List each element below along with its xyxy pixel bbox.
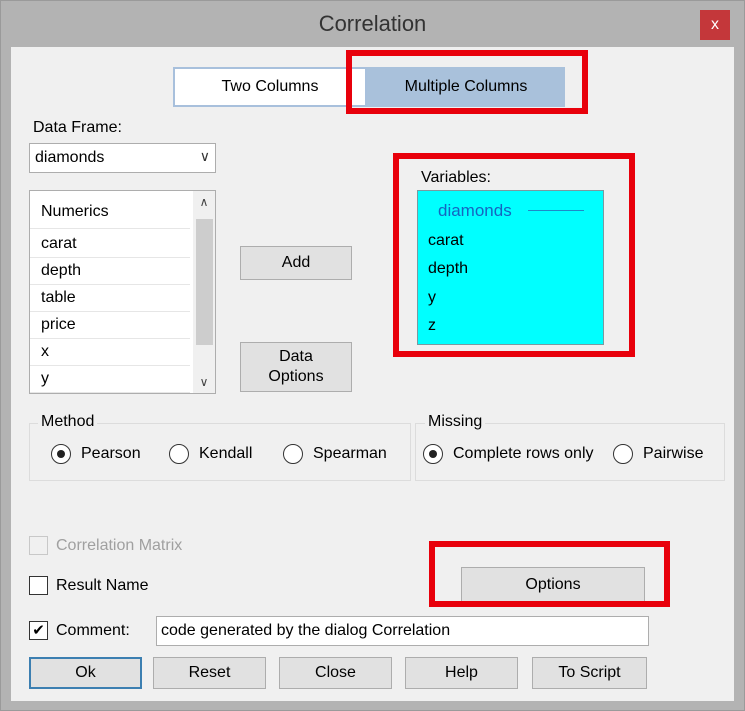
list-item[interactable]: carat — [30, 231, 190, 258]
dialog-window: Correlation x Two Columns Multiple Colum… — [0, 0, 745, 711]
radio-complete-rows[interactable] — [423, 444, 443, 464]
highlight-box-variables — [393, 153, 635, 357]
correlation-matrix-checkbox[interactable] — [29, 536, 48, 555]
close-window-button[interactable]: x — [700, 10, 730, 40]
list-item[interactable]: price — [30, 312, 190, 339]
title-bar[interactable]: Correlation x — [1, 1, 744, 47]
window-title: Correlation — [318, 11, 427, 36]
data-frame-value: diamonds — [35, 149, 105, 166]
scroll-up-icon[interactable]: ∧ — [193, 191, 215, 213]
help-button[interactable]: Help — [405, 657, 518, 689]
close-button[interactable]: Close — [279, 657, 392, 689]
missing-group-title: Missing — [425, 413, 486, 431]
list-item[interactable]: table — [30, 285, 190, 312]
comment-label: Comment: — [56, 622, 130, 639]
data-options-button[interactable]: Data Options — [240, 342, 352, 392]
result-name-label: Result Name — [56, 577, 149, 594]
highlight-box-options — [429, 541, 670, 607]
result-name-checkbox[interactable] — [29, 576, 48, 595]
radio-spearman-label[interactable]: Spearman — [313, 445, 387, 463]
to-script-button[interactable]: To Script — [532, 657, 647, 689]
radio-pearson-label[interactable]: Pearson — [81, 445, 141, 463]
radio-pairwise[interactable] — [613, 444, 633, 464]
correlation-matrix-label: Correlation Matrix — [56, 537, 183, 554]
comment-input[interactable]: code generated by the dialog Correlation — [156, 616, 649, 646]
radio-pearson[interactable] — [51, 444, 71, 464]
reset-button[interactable]: Reset — [153, 657, 266, 689]
list-scrollbar[interactable]: ∧ ∨ — [193, 191, 215, 393]
scroll-down-icon[interactable]: ∨ — [193, 371, 215, 393]
ok-button[interactable]: Ok — [29, 657, 142, 689]
data-options-label-line2: Options — [268, 368, 324, 385]
list-item[interactable]: x — [30, 339, 190, 366]
radio-pairwise-label[interactable]: Pairwise — [643, 445, 703, 463]
list-header: Numerics — [30, 199, 190, 229]
comment-checkbox[interactable]: ✔ — [29, 621, 48, 640]
dialog-body: Two Columns Multiple Columns Data Frame:… — [11, 47, 734, 701]
numerics-listbox[interactable]: Numerics carat depth table price x y ∧ ∨ — [29, 190, 216, 394]
data-frame-label: Data Frame: — [33, 119, 122, 136]
highlight-box-tabs — [346, 50, 588, 114]
scroll-thumb[interactable] — [196, 219, 213, 345]
radio-spearman[interactable] — [283, 444, 303, 464]
add-button[interactable]: Add — [240, 246, 352, 280]
radio-kendall-label[interactable]: Kendall — [199, 445, 252, 463]
data-options-label-line1: Data — [279, 348, 313, 365]
radio-complete-rows-label[interactable]: Complete rows only — [453, 445, 594, 463]
method-group-title: Method — [38, 413, 98, 431]
list-item[interactable]: depth — [30, 258, 190, 285]
chevron-down-icon[interactable]: ∨ — [200, 148, 210, 165]
radio-kendall[interactable] — [169, 444, 189, 464]
list-item[interactable]: y — [30, 366, 190, 393]
data-frame-select[interactable]: diamonds ∨ — [29, 143, 216, 173]
tab-two-columns[interactable]: Two Columns — [173, 67, 367, 107]
